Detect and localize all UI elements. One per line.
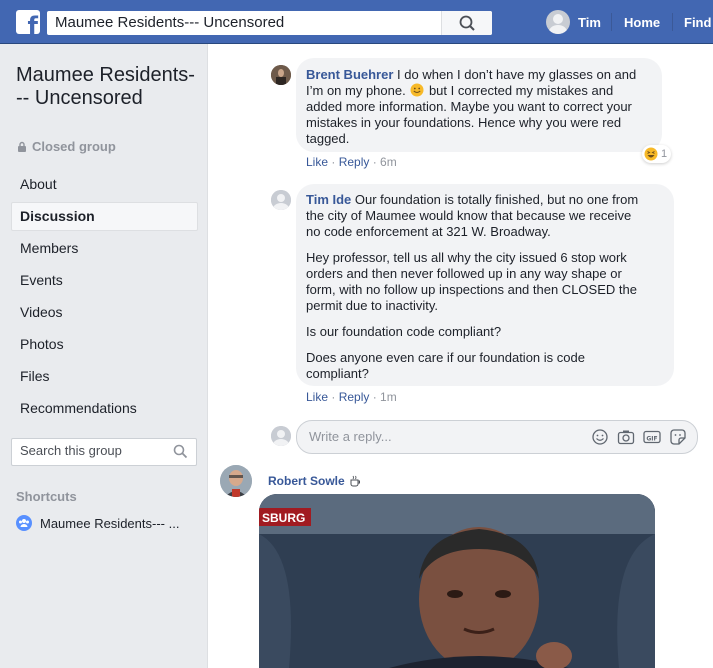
group-privacy: Closed group (16, 139, 116, 154)
comment-text: permit due to inactivity. (306, 298, 438, 313)
comment-text: compliant? (306, 366, 369, 381)
profile-link[interactable]: Tim (546, 10, 601, 34)
sidebar-item-label: Discussion (20, 208, 95, 224)
sticker-icon[interactable] (669, 428, 687, 446)
nav-divider (611, 13, 612, 31)
sidebar-item-files[interactable]: Files (11, 362, 196, 391)
sidebar-item-videos[interactable]: Videos (11, 298, 196, 327)
current-user-avatar (271, 426, 291, 446)
post-gif-image[interactable]: SBURG (259, 494, 655, 668)
facebook-logo-icon[interactable]: f (16, 10, 40, 34)
comment-text: no code enforcement at 321 W. Broadway. (306, 224, 551, 239)
search-button[interactable] (441, 11, 492, 35)
emoji-icon[interactable] (591, 428, 609, 446)
comment-text: tagged. (306, 131, 350, 146)
comment-actions: Like · Reply · 6m (306, 155, 397, 169)
like-link[interactable]: Like (306, 155, 328, 169)
comment-text: form, with no follow up inspections and … (306, 282, 637, 297)
post-author[interactable]: Robert Sowle (268, 474, 361, 488)
user-avatar (546, 10, 570, 34)
home-link[interactable]: Home (624, 15, 660, 30)
coffee-icon (350, 475, 360, 487)
haha-reaction-icon (644, 147, 658, 161)
sidebar-item-about[interactable]: About (11, 170, 196, 199)
gif-caption: SBURG (262, 511, 305, 525)
shortcuts-heading: Shortcuts (16, 489, 77, 504)
group-discussion-feed: Brent Buehrer I do when I don’t have my … (208, 44, 713, 668)
lock-icon (18, 141, 26, 152)
comment-text: the city of Maumee would know that becau… (306, 208, 632, 223)
comment-text: I’m on my phone. (306, 83, 406, 98)
comment-author[interactable]: Brent Buehrer (306, 67, 393, 82)
reaction-count: 1 (661, 148, 668, 160)
user-name: Tim (578, 14, 601, 30)
sidebar-item-label: Recommendations (20, 400, 137, 416)
post-author-avatar[interactable] (220, 465, 252, 497)
global-search-input[interactable]: Maumee Residents--- Uncensored (47, 11, 492, 35)
group-privacy-label: Closed group (32, 139, 116, 154)
sidebar-item-label: Files (20, 368, 50, 384)
sidebar-item-label: Members (20, 240, 79, 256)
group-title[interactable]: Maumee Residents--- Uncensored (16, 64, 201, 110)
sidebar-item-discussion[interactable]: Discussion (11, 202, 198, 231)
group-search-input[interactable] (20, 443, 160, 458)
comment-bubble: Brent Buehrer I do when I don’t have my … (296, 58, 662, 152)
group-sidebar: Maumee Residents--- Uncensored Closed gr… (0, 44, 208, 668)
comment-text: orders and then never followed up in any… (306, 266, 622, 281)
comment-actions: Like · Reply · 1m (306, 390, 397, 404)
comment-author[interactable]: Tim Ide (306, 192, 351, 207)
sidebar-item-photos[interactable]: Photos (11, 330, 196, 359)
camera-icon[interactable] (617, 428, 635, 446)
comment-text: Is our foundation code compliant? (306, 324, 502, 339)
comment-text: Our foundation is totally finished, but … (351, 192, 639, 207)
comment-text: but I corrected my mistakes and (425, 83, 614, 98)
like-link[interactable]: Like (306, 390, 328, 404)
comment-text: mistakes in your foundations. Hence why … (306, 115, 622, 130)
gif-icon[interactable]: GIF (643, 428, 661, 446)
sidebar-item-members[interactable]: Members (11, 234, 196, 263)
comment-text: I do when I don’t have my glasses on and (393, 67, 637, 82)
reply-link[interactable]: Reply (339, 390, 370, 404)
svg-text:GIF: GIF (646, 435, 657, 442)
top-navigation-bar: f Maumee Residents--- Uncensored Tim Hom… (0, 0, 713, 44)
post-author-name[interactable]: Robert Sowle (268, 474, 345, 488)
commenter-avatar[interactable] (271, 190, 291, 210)
search-query-text[interactable]: Maumee Residents--- Uncensored (55, 14, 284, 31)
smile-emoji-icon (410, 83, 424, 97)
sidebar-item-label: Videos (20, 304, 63, 320)
sidebar-item-events[interactable]: Events (11, 266, 196, 295)
reply-attachment-icons: GIF (591, 428, 687, 446)
comment-bubble: Tim Ide Our foundation is totally finish… (296, 184, 674, 386)
group-icon (16, 515, 32, 531)
comment-text: Does anyone even care if our foundation … (306, 350, 585, 365)
nav-divider (672, 13, 673, 31)
shortcut-label: Maumee Residents--- ... (40, 515, 180, 531)
sidebar-item-recommendations[interactable]: Recommendations (11, 394, 196, 423)
sidebar-item-label: Photos (20, 336, 64, 352)
shortcut-group-link[interactable]: Maumee Residents--- ... (16, 515, 179, 531)
reply-composer[interactable]: GIF (296, 420, 698, 454)
comment-text: Hey professor, tell us all why the city … (306, 250, 627, 265)
group-search-box[interactable] (11, 438, 197, 466)
reply-input[interactable] (309, 429, 549, 444)
sidebar-item-label: About (20, 176, 57, 192)
search-icon[interactable] (173, 444, 188, 459)
find-friends-link[interactable]: Find (684, 15, 711, 30)
comment-text: added more information. Maybe you want t… (306, 99, 632, 114)
commenter-avatar[interactable] (271, 65, 291, 85)
comment-timestamp[interactable]: 6m (380, 155, 397, 169)
search-icon (459, 15, 475, 31)
comment-timestamp[interactable]: 1m (380, 390, 397, 404)
sidebar-item-label: Events (20, 272, 63, 288)
reaction-badge[interactable]: 1 (642, 145, 672, 163)
reply-link[interactable]: Reply (339, 155, 370, 169)
